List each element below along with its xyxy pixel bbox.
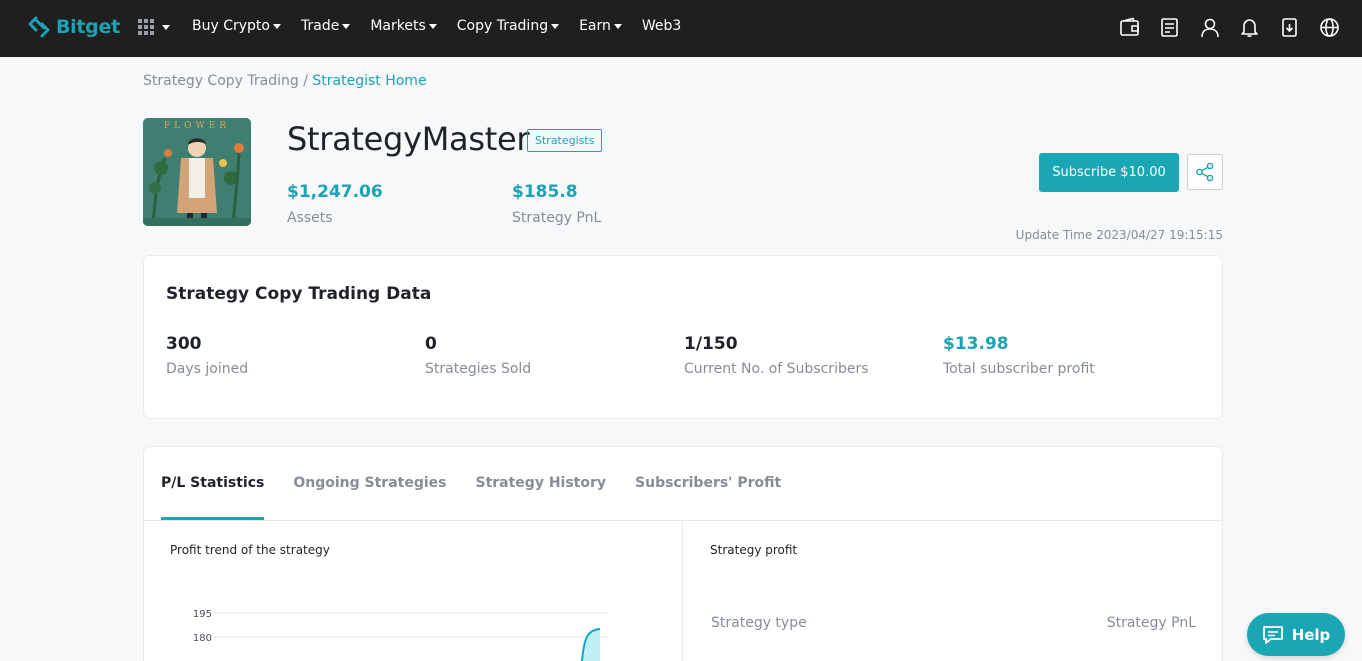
metric-label: Current No. of Subscribers (684, 361, 869, 377)
top-navigation-bar: Bitget Buy Crypto Trade Markets Copy Tra… (0, 0, 1362, 57)
nav-item-label: Earn (579, 18, 611, 34)
metric-subscriber-profit: $13.98 Total subscriber profit (943, 334, 1095, 377)
breadcrumb: Strategy Copy Trading / Strategist Home (143, 73, 427, 89)
nav-right-icons (1119, 17, 1340, 38)
tab-subscribers-profit[interactable]: Subscribers' Profit (635, 447, 781, 520)
metric-label: Total subscriber profit (943, 361, 1095, 377)
assets-label: Assets (287, 210, 333, 226)
help-label: Help (1291, 625, 1331, 644)
column-header-strategy-type: Strategy type (711, 615, 807, 631)
apps-menu-button[interactable] (138, 17, 170, 37)
metric-label: Days joined (166, 361, 249, 377)
nav-item-label: Trade (300, 18, 340, 34)
chevron-down-icon (428, 23, 437, 29)
nav-trade[interactable]: Trade (300, 16, 351, 36)
share-icon (1196, 162, 1214, 182)
wallet-icon[interactable] (1119, 17, 1140, 38)
strategist-badge: Strategists (527, 129, 603, 152)
strategy-pnl-label: Strategy PnL (512, 210, 602, 226)
metric-label: Strategies Sold (425, 361, 532, 377)
chat-icon (1262, 625, 1283, 644)
strategy-profit-title: Strategy profit (710, 543, 798, 557)
nav-markets[interactable]: Markets (370, 16, 437, 36)
card-title: Strategy Copy Trading Data (166, 284, 432, 304)
profit-trend-chart: 195 180 (193, 609, 608, 661)
avatar-title-text: FLOWER (164, 121, 230, 131)
nav-web3[interactable]: Web3 (642, 16, 681, 36)
metric-value: 1/150 (684, 334, 738, 354)
nav-item-label: Web3 (641, 18, 682, 34)
bitget-logo-icon (28, 16, 50, 38)
nav-copy-trading[interactable]: Copy Trading (456, 16, 560, 36)
tab-ongoing-strategies[interactable]: Ongoing Strategies (293, 447, 446, 520)
metric-value: $13.98 (943, 334, 1009, 354)
tab-strategy-history[interactable]: Strategy History (475, 447, 606, 520)
metric-value: 300 (166, 334, 202, 354)
statistics-card: P/L Statistics Ongoing Strategies Strate… (143, 446, 1223, 661)
strategy-pnl-value: $185.8 (512, 182, 578, 202)
copy-trading-data-card: Strategy Copy Trading Data 300 Days join… (143, 255, 1223, 419)
metric-value: 0 (425, 334, 437, 354)
chevron-down-icon (342, 23, 351, 29)
nav-item-label: Buy Crypto (192, 18, 270, 34)
breadcrumb-separator: / (298, 73, 313, 89)
breadcrumb-current-link[interactable]: Strategist Home (312, 73, 426, 89)
chevron-down-icon (551, 23, 560, 29)
orders-icon[interactable] (1159, 17, 1180, 38)
avatar: FLOWER (143, 118, 251, 226)
globe-icon[interactable] (1319, 17, 1340, 38)
breadcrumb-root-link[interactable]: Strategy Copy Trading (143, 73, 299, 89)
column-header-strategy-pnl: Strategy PnL (1106, 615, 1196, 631)
tab-pl-statistics[interactable]: P/L Statistics (161, 447, 265, 520)
user-icon[interactable] (1199, 17, 1220, 38)
assets-value: $1,247.06 (287, 182, 383, 202)
divider (682, 521, 683, 661)
metric-days-joined: 300 Days joined (166, 334, 248, 377)
metric-subscribers: 1/150 Current No. of Subscribers (684, 334, 869, 377)
nav-item-label: Markets (370, 18, 426, 34)
nav-earn[interactable]: Earn (579, 16, 622, 36)
divider (144, 520, 1222, 521)
subscribe-button[interactable]: Subscribe $10.00 (1039, 153, 1179, 192)
update-time: Update Time 2023/04/27 19:15:15 (1015, 228, 1223, 242)
tab-bar: P/L Statistics Ongoing Strategies Strate… (161, 447, 781, 520)
bitget-logo[interactable]: Bitget (28, 14, 120, 40)
grid-icon (138, 19, 154, 35)
chevron-down-icon (613, 23, 622, 29)
y-tick-label: 195 (193, 609, 212, 620)
y-tick-label: 180 (193, 633, 212, 644)
nav-buy-crypto[interactable]: Buy Crypto (192, 16, 281, 36)
main-nav: Buy Crypto Trade Markets Copy Trading Ea… (192, 16, 681, 36)
strategist-name: StrategyMaster (287, 120, 530, 158)
nav-item-label: Copy Trading (456, 18, 549, 34)
profit-trend-title: Profit trend of the strategy (170, 543, 330, 557)
bitget-logo-text: Bitget (56, 16, 120, 38)
chevron-down-icon (162, 24, 170, 30)
download-icon[interactable] (1279, 17, 1300, 38)
metric-strategies-sold: 0 Strategies Sold (425, 334, 531, 377)
help-button[interactable]: Help (1247, 613, 1345, 656)
share-button[interactable] (1187, 154, 1223, 190)
bell-icon[interactable] (1239, 17, 1260, 38)
chevron-down-icon (272, 23, 281, 29)
